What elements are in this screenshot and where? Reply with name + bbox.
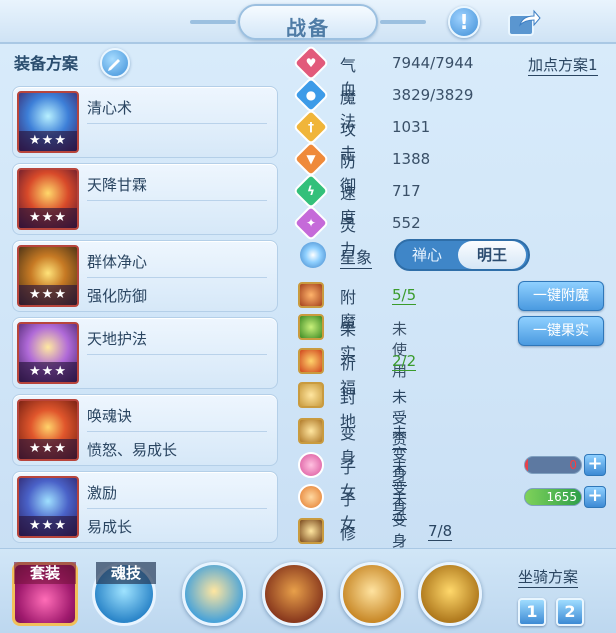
slot-line1: 天降甘霖 xyxy=(87,176,148,194)
lightning-icon: ϟ xyxy=(292,172,330,210)
slot-line1: 唤魂诀 xyxy=(87,407,133,425)
slot-line1: 天地护法 xyxy=(87,330,148,348)
mana-icon: ● xyxy=(292,76,330,114)
title-plate: 战备 xyxy=(190,4,426,40)
pencil-icon[interactable] xyxy=(100,48,130,78)
star-rating: ★★★ xyxy=(19,362,77,382)
child-bar-1: 0 xyxy=(524,456,582,474)
fortress-skill-button[interactable] xyxy=(262,562,326,626)
add-button-1[interactable]: + xyxy=(584,454,606,476)
skill-icon: ★★★ xyxy=(17,91,79,153)
skill-slot-5[interactable]: ★★★ 唤魂诀 愤怒、易成长 xyxy=(12,394,278,466)
bar-value: 0 xyxy=(569,458,577,472)
title-bar: 战备 ! xyxy=(0,0,616,44)
divider xyxy=(87,200,267,201)
heart-icon: ♥ xyxy=(292,44,330,82)
mount-scheme-2-button[interactable]: 2 xyxy=(556,598,584,626)
row-value[interactable]: 未变身 xyxy=(392,488,408,552)
fief-icon xyxy=(298,382,324,408)
row-value[interactable]: 7/8 xyxy=(428,522,453,541)
meditation-skill-button[interactable] xyxy=(182,562,246,626)
slot-line2: 易成长 xyxy=(87,518,133,536)
equipment-scheme-title: 装备方案 xyxy=(14,54,79,73)
help-button[interactable]: ! xyxy=(448,6,480,38)
star-rating: ★★★ xyxy=(19,208,77,228)
fruit-icon xyxy=(298,314,324,340)
star-rating: ★★★ xyxy=(19,131,77,151)
lotus-icon xyxy=(298,452,324,478)
star-sign-label[interactable]: 星象 xyxy=(340,244,373,269)
one-click-fruit-button[interactable]: 一键果实 xyxy=(518,316,604,346)
star-sign-toggle[interactable]: 禅心 明王 xyxy=(394,239,530,271)
add-button-2[interactable]: + xyxy=(584,486,606,508)
stat-value: 717 xyxy=(392,182,421,200)
stat-value: 3829/3829 xyxy=(392,86,474,104)
skill-slot-6[interactable]: ★★★ 激励 易成长 xyxy=(12,471,278,543)
star-rating: ★★★ xyxy=(19,439,77,459)
toggle-option-mingwang[interactable]: 明王 xyxy=(458,241,526,269)
stat-value: 7944/7944 xyxy=(392,54,474,72)
divider xyxy=(87,354,267,355)
mount-scheme-1-button[interactable]: 1 xyxy=(518,598,546,626)
skill-icon: ★★★ xyxy=(17,245,79,307)
warrior-skill-button[interactable] xyxy=(340,562,404,626)
skill-slot-2[interactable]: ★★★ 天降甘霖 xyxy=(12,163,278,235)
point-plan-link[interactable]: 加点方案1 xyxy=(528,54,598,76)
page-title: 战备 xyxy=(286,16,330,40)
skill-slot-1[interactable]: ★★★ 清心术 xyxy=(12,86,278,158)
sun-icon xyxy=(298,484,324,510)
star-sign-icon xyxy=(300,242,326,268)
enchant-icon xyxy=(298,282,324,308)
skill-icon: ★★★ xyxy=(17,322,79,384)
transform-icon xyxy=(298,418,324,444)
bar-value: 1655 xyxy=(546,490,577,504)
divider xyxy=(87,508,267,509)
skill-slot-3[interactable]: ★★★ 群体净心 强化防御 xyxy=(12,240,278,312)
share-icon[interactable] xyxy=(506,6,542,38)
cultivation-icon xyxy=(298,518,324,544)
slot-line2: 强化防御 xyxy=(87,287,148,305)
mount-scheme-label[interactable]: 坐骑方案 xyxy=(518,566,579,588)
child-bar-2: 1655 xyxy=(524,488,582,506)
suit-label: 套装 xyxy=(14,562,76,584)
row-value: 未使用 xyxy=(392,320,408,380)
slot-line1: 清心术 xyxy=(87,99,133,117)
one-click-enchant-button[interactable]: 一键附魔 xyxy=(518,281,604,311)
skill-slot-4[interactable]: ★★★ 天地护法 xyxy=(12,317,278,389)
sword-icon: † xyxy=(292,108,330,146)
shield-icon: ▼ xyxy=(292,140,330,178)
star-rating: ★★★ xyxy=(19,285,77,305)
row-value[interactable]: 5/5 xyxy=(392,286,417,305)
row-value[interactable]: 2/2 xyxy=(392,352,417,371)
slot-line1: 群体净心 xyxy=(87,253,148,271)
golden-skill-button[interactable] xyxy=(418,562,482,626)
slot-line2: 愤怒、易成长 xyxy=(87,441,178,459)
skill-icon: ★★★ xyxy=(17,476,79,538)
toggle-option-chanxin[interactable]: 禅心 xyxy=(398,241,456,269)
skill-icon: ★★★ xyxy=(17,399,79,461)
blessing-icon xyxy=(298,348,324,374)
stat-value: 552 xyxy=(392,214,421,232)
slot-line1: 激励 xyxy=(87,484,118,502)
star-rating: ★★★ xyxy=(19,516,77,536)
soul-skill-label: 魂技 xyxy=(96,562,156,584)
divider xyxy=(87,431,267,432)
stat-value: 1031 xyxy=(392,118,431,136)
divider xyxy=(87,277,267,278)
skill-icon: ★★★ xyxy=(17,168,79,230)
stat-value: 1388 xyxy=(392,150,431,168)
spirit-icon: ✦ xyxy=(292,204,330,242)
divider xyxy=(87,123,267,124)
